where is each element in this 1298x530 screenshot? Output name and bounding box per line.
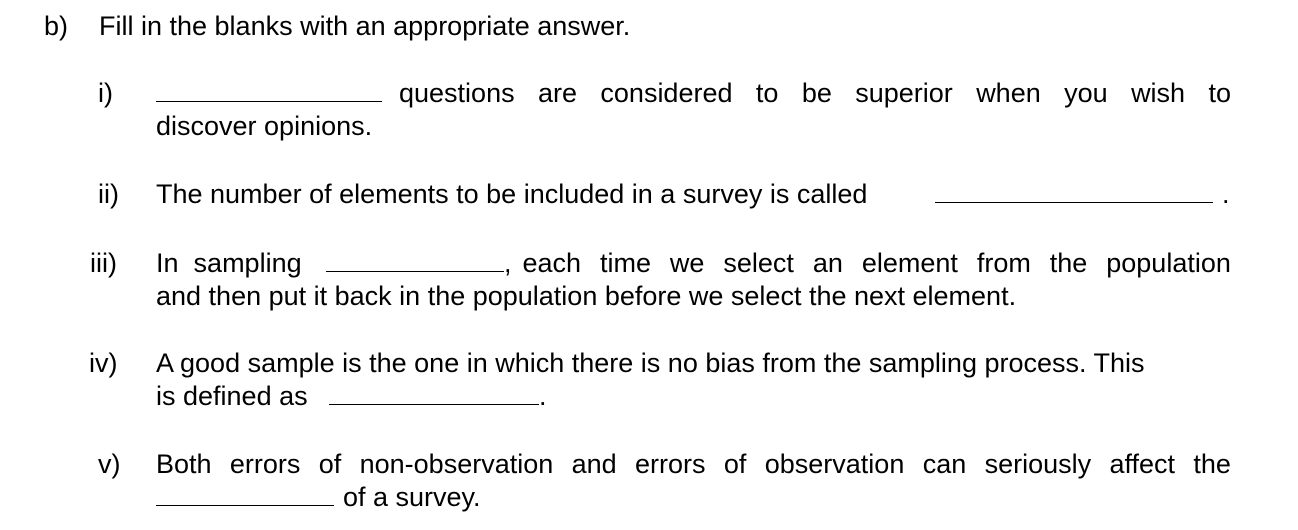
question-text-line: The number of elements to be included in… [156,179,868,209]
word: to [1208,78,1231,108]
word: Both [156,449,212,479]
word: we [669,248,705,278]
word: to [755,78,779,108]
answer-blank[interactable] [935,181,1213,208]
word: seriously [984,449,1092,479]
answer-blank[interactable] [156,80,382,107]
word: population [1106,248,1231,278]
question-text-line: discover opinions. [156,111,373,141]
word: of [723,449,747,479]
question-number: i) [98,78,113,108]
question-text-period: . [1222,179,1230,209]
word: errors [635,449,706,479]
question-text-period: . [539,381,547,411]
word: questions [399,78,515,108]
word: wish [1131,78,1186,108]
word: when [976,78,1041,108]
question-number: iv) [89,348,118,378]
question-text-line: is defined as [156,381,308,411]
word: be [801,78,832,108]
word: superior [855,78,953,108]
word: errors [229,449,301,479]
word: In [156,248,179,278]
word: affect [1109,449,1176,479]
word: considered [600,78,733,108]
word: and [571,449,617,479]
answer-field[interactable] [329,384,539,405]
answer-field[interactable] [156,81,382,102]
word: you [1064,78,1108,108]
word: , [504,248,512,278]
section-label: b) [44,11,69,41]
question-number: v) [98,449,121,479]
question-number: ii) [98,179,119,209]
word: time [599,248,651,278]
question-text-line: and then put it back in the population b… [156,281,1017,311]
question-text-line: A good sample is the one in which there … [156,348,1145,378]
word: from [976,248,1031,278]
answer-blank[interactable] [156,484,334,511]
word: the [1193,449,1231,479]
word: an [812,248,843,278]
question-number: iii) [90,248,117,278]
question-text-line: Both errors of non-observation and errors of ob… [156,451,1231,478]
answer-field[interactable] [935,182,1213,203]
instruction-text: Fill in the blanks with an appropriate a… [99,11,631,41]
word: the [1049,248,1088,278]
answer-blank[interactable] [329,383,539,410]
word: are [537,78,578,108]
word: observation [764,449,905,479]
word: select [723,248,794,278]
word: can [922,449,967,479]
word: element [861,248,958,278]
word: each [522,248,582,278]
word: of [318,449,342,479]
word: non-observation [359,449,554,479]
question-text-line: questions are considered to be superior when yo… [399,80,1231,107]
answer-field[interactable] [326,251,504,272]
question-text-fragment: In sampling [156,250,302,277]
question-text-line: of a survey. [343,482,481,512]
answer-blank[interactable] [326,250,504,277]
word: sampling [193,248,302,278]
question-text-line: , each time we select an element from the populat… [504,250,1231,277]
answer-field[interactable] [156,485,334,506]
